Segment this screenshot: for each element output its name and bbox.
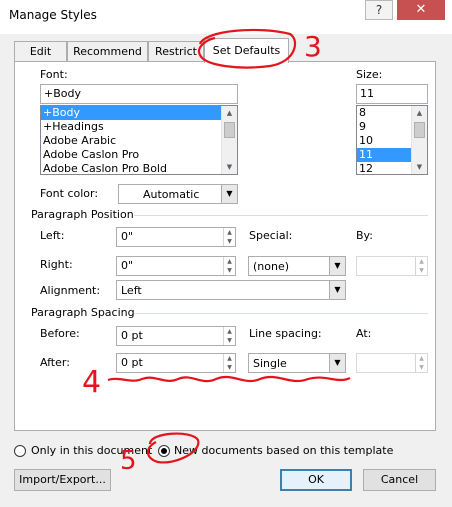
at-label: At: xyxy=(356,327,372,340)
right-indent-value: 0" xyxy=(121,259,134,272)
font-option[interactable]: Adobe Caslon Pro xyxy=(41,148,237,162)
only-this-document-radio[interactable] xyxy=(14,445,26,457)
before-label: Before: xyxy=(40,327,80,340)
at-spinner[interactable]: ▲ ▼ xyxy=(356,353,428,373)
chevron-down-icon[interactable]: ▼ xyxy=(329,281,345,299)
font-color-label: Font color: xyxy=(40,187,99,200)
font-option[interactable]: +Headings xyxy=(41,120,237,134)
alignment-label: Alignment: xyxy=(40,284,101,297)
tab-recommend[interactable]: Recommend xyxy=(67,41,148,62)
window-title: Manage Styles xyxy=(9,8,97,22)
special-label: Special: xyxy=(249,229,293,242)
left-indent-label: Left: xyxy=(40,229,65,242)
new-documents-radio[interactable] xyxy=(158,445,170,457)
special-dropdown[interactable]: (none) ▼ xyxy=(248,256,346,276)
spinner-arrows-icon[interactable]: ▲ ▼ xyxy=(223,354,235,372)
left-indent-spinner[interactable]: 0" ▲ ▼ xyxy=(116,227,236,247)
close-button[interactable]: ✕ xyxy=(397,0,445,20)
font-color-dropdown[interactable]: Automatic ▼ xyxy=(118,184,238,204)
font-color-value: Automatic xyxy=(143,188,200,201)
after-spinner[interactable]: 0 pt ▲ ▼ xyxy=(116,353,236,373)
by-label: By: xyxy=(356,229,373,242)
chevron-down-icon[interactable]: ▼ xyxy=(329,354,345,372)
cancel-button[interactable]: Cancel xyxy=(363,469,436,491)
line-spacing-label: Line spacing: xyxy=(249,327,322,340)
tab-set-defaults[interactable]: Set Defaults xyxy=(204,38,289,63)
size-label: Size: xyxy=(356,68,383,81)
font-option[interactable]: Adobe Arabic xyxy=(41,134,237,148)
group-divider xyxy=(134,215,428,216)
font-list[interactable]: +Body +Headings Adobe Arabic Adobe Caslo… xyxy=(40,105,238,175)
scroll-up-icon[interactable]: ▲ xyxy=(412,106,427,120)
spinner-arrows-icon[interactable]: ▲ ▼ xyxy=(415,354,427,372)
scroll-down-icon[interactable]: ▼ xyxy=(222,160,237,174)
import-export-button[interactable]: Import/Export... xyxy=(14,469,111,491)
size-list-scrollbar[interactable]: ▲ ▼ xyxy=(411,106,427,174)
help-button[interactable]: ? xyxy=(365,0,393,20)
right-indent-spinner[interactable]: 0" ▲ ▼ xyxy=(116,256,236,276)
font-option[interactable]: +Body xyxy=(41,106,237,120)
size-list[interactable]: 8 9 10 11 12 ▲ ▼ xyxy=(356,105,428,175)
spinner-arrows-icon[interactable]: ▲ ▼ xyxy=(223,257,235,275)
annotation-5: 5 xyxy=(120,446,137,476)
size-input[interactable]: 11 xyxy=(356,84,428,104)
paragraph-spacing-heading: Paragraph Spacing xyxy=(31,306,135,319)
special-value: (none) xyxy=(253,260,290,273)
chevron-down-icon[interactable]: ▼ xyxy=(329,257,345,275)
scroll-thumb[interactable] xyxy=(224,122,235,138)
scroll-thumb[interactable] xyxy=(414,122,425,138)
spinner-arrows-icon[interactable]: ▲ ▼ xyxy=(415,257,427,275)
group-divider xyxy=(134,313,428,314)
by-spinner[interactable]: ▲ ▼ xyxy=(356,256,428,276)
scroll-up-icon[interactable]: ▲ xyxy=(222,106,237,120)
line-spacing-dropdown[interactable]: Single ▼ xyxy=(248,353,346,373)
font-label: Font: xyxy=(40,68,68,81)
scroll-down-icon[interactable]: ▼ xyxy=(412,160,427,174)
spinner-arrows-icon[interactable]: ▲ ▼ xyxy=(223,228,235,246)
font-input[interactable]: +Body xyxy=(40,84,238,104)
spinner-arrows-icon[interactable]: ▲ ▼ xyxy=(223,327,235,345)
annotation-3: 3 xyxy=(304,30,322,63)
alignment-value: Left xyxy=(121,284,142,297)
right-indent-label: Right: xyxy=(40,258,73,271)
tab-restrict[interactable]: Restrict xyxy=(148,41,204,62)
chevron-down-icon[interactable]: ▼ xyxy=(221,185,237,203)
paragraph-position-heading: Paragraph Position xyxy=(31,208,134,221)
line-spacing-value: Single xyxy=(253,357,287,370)
new-documents-label[interactable]: New documents based on this template xyxy=(174,444,393,457)
ok-button[interactable]: OK xyxy=(280,469,352,491)
font-option[interactable]: Adobe Caslon Pro Bold xyxy=(41,162,237,174)
before-value: 0 pt xyxy=(121,329,143,342)
tab-edit[interactable]: Edit xyxy=(14,41,67,62)
annotation-4: 4 xyxy=(82,365,102,400)
after-value: 0 pt xyxy=(121,356,143,369)
before-spinner[interactable]: 0 pt ▲ ▼ xyxy=(116,326,236,346)
alignment-dropdown[interactable]: Left ▼ xyxy=(116,280,346,300)
left-indent-value: 0" xyxy=(121,230,134,243)
after-label: After: xyxy=(40,356,70,369)
font-list-scrollbar[interactable]: ▲ ▼ xyxy=(221,106,237,174)
